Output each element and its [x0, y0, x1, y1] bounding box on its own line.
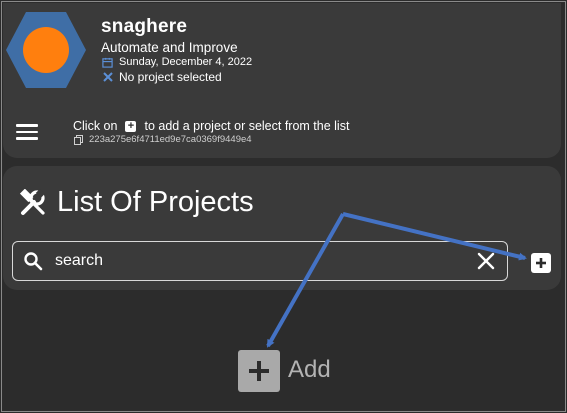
tools-icon — [103, 72, 113, 82]
project-id-row: 223a275e6f4711ed9e7ca0369f9449e4 — [74, 134, 252, 145]
add-button[interactable] — [238, 350, 280, 392]
app-logo — [6, 12, 86, 88]
hint-plus-icon: + — [125, 120, 137, 132]
calendar-icon — [102, 57, 113, 68]
menu-icon[interactable] — [16, 124, 38, 140]
plus-icon — [249, 361, 269, 381]
current-date: Sunday, December 4, 2022 — [119, 56, 253, 68]
project-status-row: No project selected — [102, 70, 222, 84]
project-id: 223a275e6f4711ed9e7ca0369f9449e4 — [89, 134, 252, 145]
search-icon — [24, 252, 43, 271]
plus-icon — [536, 258, 546, 268]
app-tagline: Automate and Improve — [101, 40, 238, 55]
hint-prefix: Click on — [73, 119, 118, 133]
add-label[interactable]: Add — [288, 356, 331, 384]
search-box — [12, 241, 508, 281]
add-hint: Click on + to add a project or select fr… — [73, 119, 349, 133]
hint-suffix: to add a project or select from the list — [144, 119, 350, 133]
projects-title: List Of Projects — [57, 186, 254, 218]
add-project-button[interactable] — [531, 253, 551, 273]
project-status: No project selected — [119, 70, 222, 84]
tools-icon — [19, 188, 45, 215]
projects-heading: List Of Projects — [19, 186, 254, 219]
close-icon[interactable] — [477, 252, 495, 270]
copy-icon[interactable] — [74, 134, 83, 145]
search-input[interactable] — [53, 251, 477, 271]
date-row: Sunday, December 4, 2022 — [102, 56, 252, 68]
app-name: snaghere — [101, 16, 188, 37]
logo-circle — [23, 27, 69, 73]
